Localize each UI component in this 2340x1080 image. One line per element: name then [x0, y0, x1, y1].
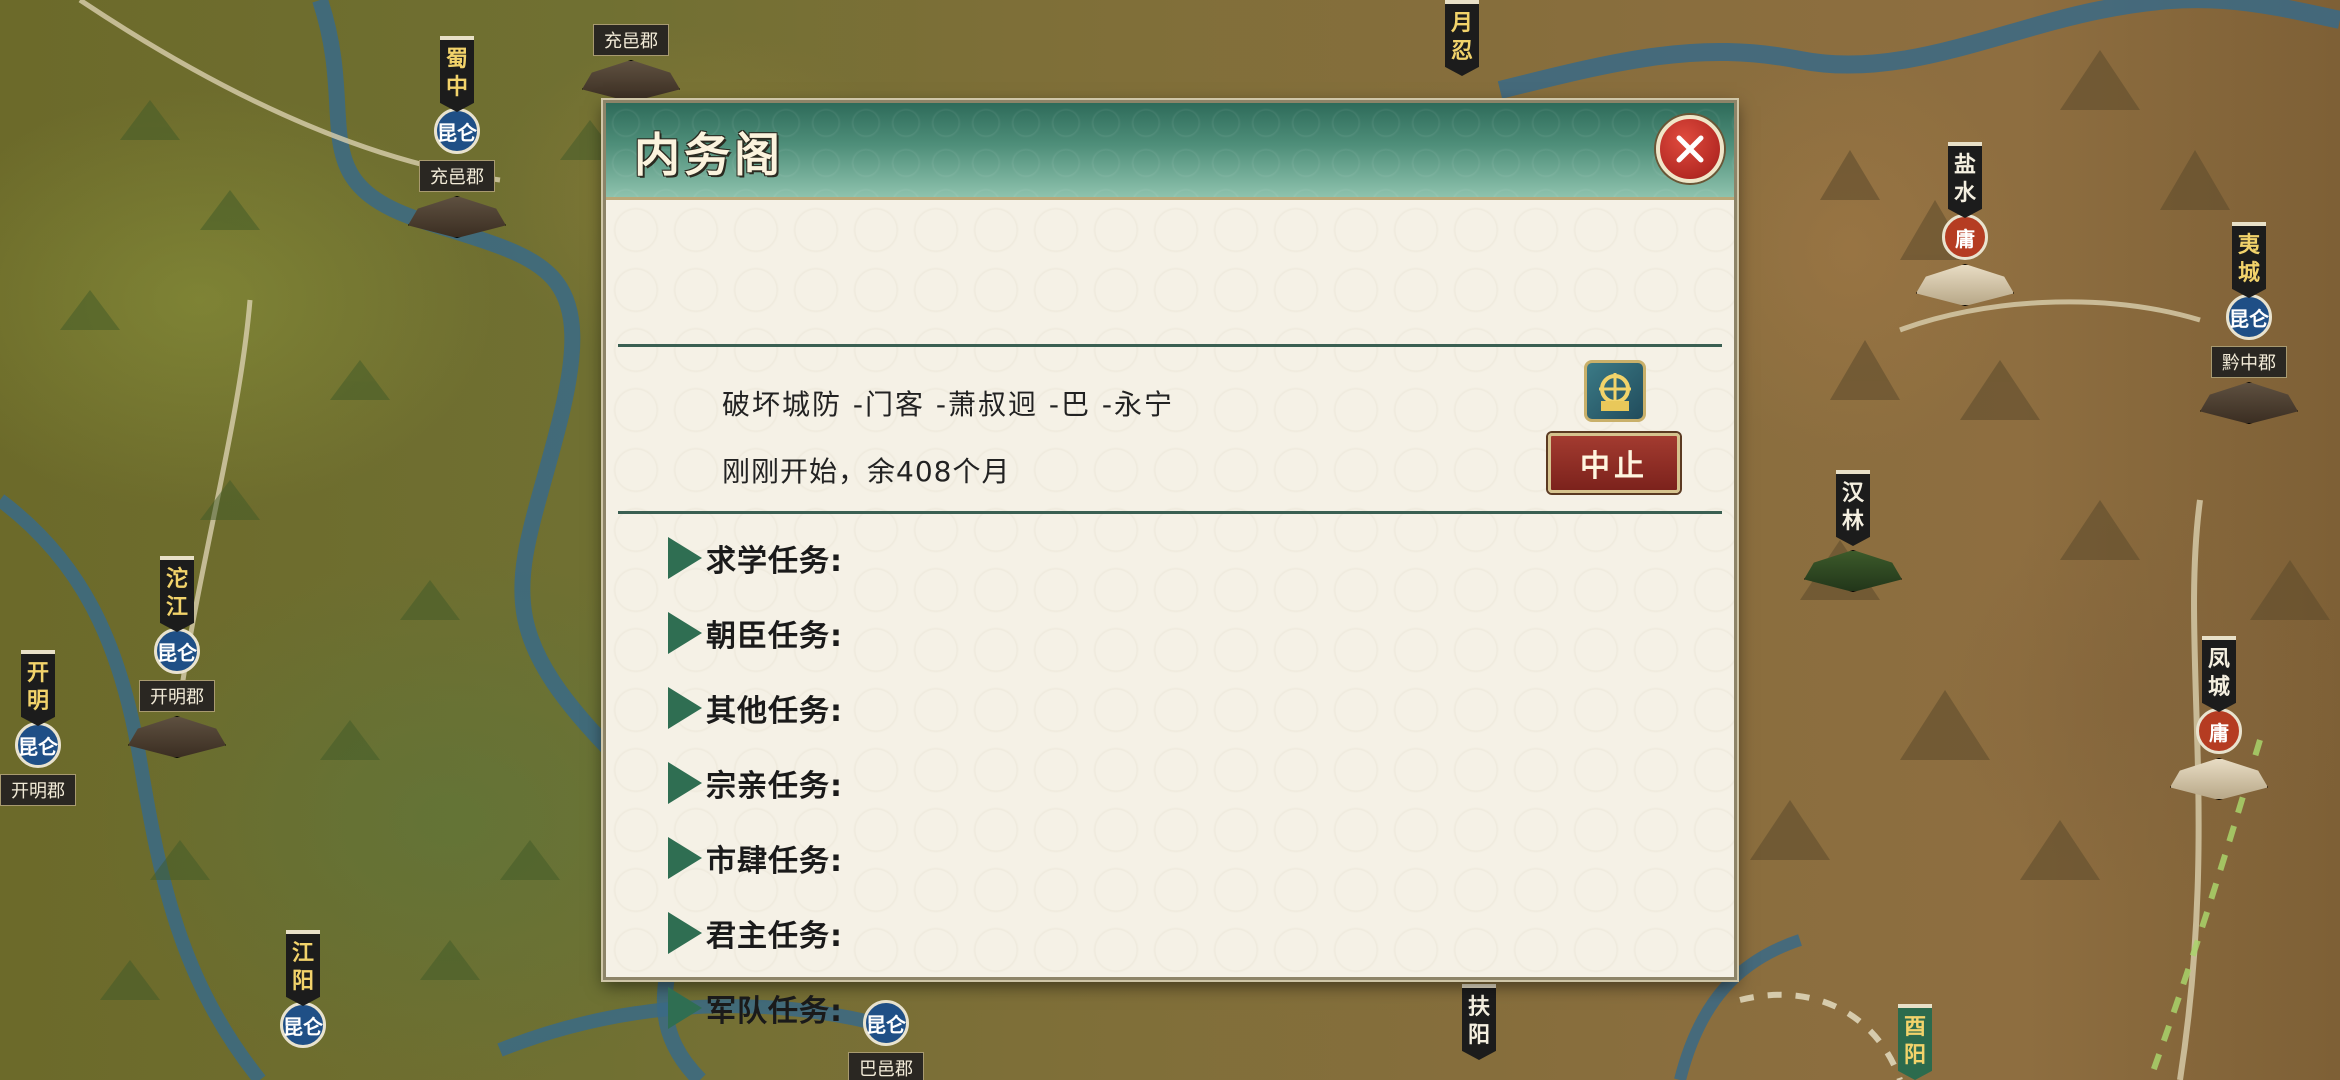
expand-triangle-icon	[668, 537, 702, 579]
faction-badge: 昆仑	[154, 628, 200, 674]
city-name-flag: 汉林	[1836, 470, 1870, 546]
city-yueren[interactable]: 月忍	[1445, 0, 1479, 76]
city-jiangyang[interactable]: 江阳 昆仑	[280, 930, 326, 1048]
city-kaiming[interactable]: 开明 昆仑 开明郡	[0, 650, 76, 806]
dialog-title: 内务阁	[634, 128, 784, 182]
faction-badge: 庸	[1942, 214, 1988, 260]
faction-badge: 昆仑	[863, 1000, 909, 1046]
fortress-icon	[1916, 264, 2014, 306]
city-shuzhong[interactable]: 蜀中 昆仑 充邑郡	[408, 36, 506, 238]
category-army-tasks[interactable]: 军队任务:	[668, 986, 843, 1030]
category-other-tasks[interactable]: 其他任务:	[668, 686, 843, 730]
build-task-icon	[1584, 360, 1646, 422]
commandery-label: 巴邑郡	[848, 1052, 924, 1080]
city-name-flag: 蜀中	[440, 36, 474, 112]
category-market-tasks[interactable]: 市肆任务:	[668, 836, 843, 880]
faction-badge: 昆仑	[15, 722, 61, 768]
interior-affairs-dialog: 内务阁 破坏城防 -门客 -萧叔迥 -巴 -永宁 刚刚开始，余408个月 中止 …	[603, 100, 1737, 1029]
category-clan-tasks[interactable]: 宗亲任务:	[668, 761, 843, 805]
city-name-flag: 江阳	[286, 930, 320, 1006]
city-name-flag: 酉阳	[1898, 1004, 1932, 1080]
expand-triangle-icon	[668, 762, 702, 804]
city-hanlin[interactable]: 汉林	[1804, 470, 1902, 592]
commandery-label: 充邑郡	[593, 24, 669, 56]
city-name-flag: 月忍	[1445, 0, 1479, 76]
city-name-flag: 盐水	[1948, 142, 1982, 218]
fortress-icon	[408, 196, 506, 238]
faction-badge: 昆仑	[434, 108, 480, 154]
city-fengcheng[interactable]: 凤城 庸	[2170, 636, 2268, 800]
category-ruler-tasks[interactable]: 君主任务:	[668, 911, 843, 955]
commandery-label: 开明郡	[0, 774, 76, 806]
fortress-icon	[2200, 382, 2298, 424]
category-court-tasks[interactable]: 朝臣任务:	[668, 611, 843, 655]
category-label: 军队任务:	[706, 994, 843, 1029]
expand-triangle-icon	[668, 987, 702, 1029]
divider-bottom	[618, 511, 1722, 514]
stop-task-button[interactable]: 中止	[1548, 433, 1680, 493]
dialog-body: 破坏城防 -门客 -萧叔迥 -巴 -永宁 刚刚开始，余408个月 中止 求学任务…	[606, 200, 1734, 1029]
divider-top	[618, 344, 1722, 347]
category-label: 市肆任务:	[706, 844, 843, 879]
expand-triangle-icon	[668, 612, 702, 654]
forest-icon	[1804, 550, 1902, 592]
category-label: 君主任务:	[706, 919, 843, 954]
commandery-label: 开明郡	[139, 680, 215, 712]
city-name-flag: 扶阳	[1462, 984, 1496, 1060]
current-task-status: 刚刚开始，余408个月	[722, 455, 1011, 488]
city-youyang[interactable]: 酉阳	[1898, 1004, 1932, 1080]
fortress-icon	[128, 716, 226, 758]
city-yicheng[interactable]: 夷城 昆仑 黔中郡	[2200, 222, 2298, 424]
city-yanshui[interactable]: 盐水 庸	[1916, 142, 2014, 306]
city-bayi[interactable]: 昆仑 巴邑郡	[848, 1000, 924, 1080]
expand-triangle-icon	[668, 912, 702, 954]
commandery-label: 黔中郡	[2211, 346, 2287, 378]
city-fuyang[interactable]: 扶阳	[1462, 984, 1496, 1060]
close-icon	[1676, 135, 1704, 163]
city-name-flag: 夷城	[2232, 222, 2266, 298]
fortress-icon	[2170, 758, 2268, 800]
expand-triangle-icon	[668, 687, 702, 729]
city-name-flag: 凤城	[2202, 636, 2236, 712]
category-label: 朝臣任务:	[706, 619, 843, 654]
city-tuojiang[interactable]: 沱江 昆仑 开明郡	[128, 556, 226, 758]
city-name-flag: 沱江	[160, 556, 194, 632]
faction-badge: 昆仑	[2226, 294, 2272, 340]
faction-badge: 庸	[2196, 708, 2242, 754]
category-label: 求学任务:	[706, 544, 843, 579]
category-label: 其他任务:	[706, 694, 843, 729]
dialog-header: 内务阁	[606, 103, 1734, 200]
expand-triangle-icon	[668, 837, 702, 879]
city-name-flag: 开明	[21, 650, 55, 726]
current-task-name: 破坏城防 -门客 -萧叔迥 -巴 -永宁	[722, 388, 1175, 421]
close-button[interactable]	[1656, 115, 1724, 183]
compass-icon	[1599, 373, 1631, 411]
fortress-icon	[582, 60, 680, 102]
category-label: 宗亲任务:	[706, 769, 843, 804]
city-chongyi-north[interactable]: 充邑郡	[582, 0, 680, 102]
commandery-label: 充邑郡	[419, 160, 495, 192]
category-study-tasks[interactable]: 求学任务:	[668, 536, 843, 580]
faction-badge: 昆仑	[280, 1002, 326, 1048]
